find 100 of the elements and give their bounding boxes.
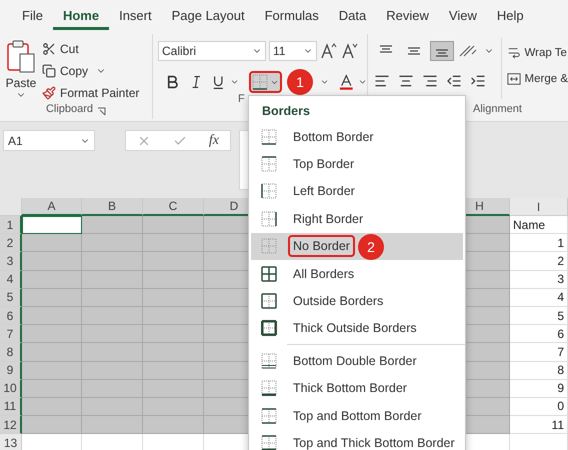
ribbon-tab[interactable]: Formulas [254,0,329,30]
grid-cell[interactable] [22,362,82,380]
ribbon-tab[interactable]: Insert [109,0,162,30]
ribbon-tab[interactable]: Data [328,0,376,30]
grid-cell[interactable] [143,416,204,434]
row-header[interactable]: 10 [0,380,22,398]
grid-cell[interactable] [143,398,204,416]
grid-cell[interactable] [22,252,82,271]
menu-item[interactable]: Outside Borders [251,287,463,315]
row-header[interactable]: 3 [0,252,22,271]
row-header[interactable]: 4 [0,270,22,289]
menu-item[interactable]: Top and Thick Bottom Border [251,429,463,450]
grid-cell[interactable]: 9 [510,380,568,398]
bold-icon[interactable] [166,74,179,90]
row-header[interactable]: 11 [0,398,22,416]
grid-cell[interactable] [82,252,143,271]
grid-cell[interactable] [82,325,143,344]
row-header[interactable]: 7 [0,325,22,344]
grid-cell[interactable] [22,216,82,234]
insert-function-button[interactable]: fx [208,132,219,148]
grid-cell[interactable] [82,288,143,307]
ribbon-tab[interactable]: File [12,0,53,30]
grid-cell[interactable]: 7 [510,343,568,362]
underline-icon[interactable] [211,74,226,90]
menu-item[interactable]: Thick Outside Borders [251,314,463,342]
column-header[interactable]: A [22,198,82,216]
name-box[interactable]: A1 [3,130,95,151]
row-header[interactable]: 8 [0,343,22,362]
row-header[interactable]: 9 [0,362,22,380]
grid-cell[interactable] [22,270,82,289]
clipboard-command[interactable]: Cut [42,40,140,58]
grid-cell[interactable] [143,362,204,380]
row-header[interactable]: 6 [0,306,22,326]
align-center-icon[interactable] [398,73,414,89]
grid-cell[interactable]: Name [510,216,568,234]
grid-cell[interactable] [82,216,143,234]
row-header[interactable]: 1 [0,216,22,234]
row-header[interactable]: 13 [0,434,22,450]
clipboard-command[interactable]: Format Painter [42,84,140,102]
grid-cell[interactable] [143,288,204,307]
grid-cell[interactable] [82,398,143,416]
grid-cell[interactable]: 3 [510,270,568,289]
decrease-indent-icon[interactable] [446,73,462,89]
grid-cell[interactable] [143,216,204,234]
grid-cell[interactable] [82,362,143,380]
grid-cell[interactable]: 11 [510,416,568,434]
grid-cell[interactable] [82,270,143,289]
grid-cell[interactable] [143,325,204,344]
grid-cell[interactable] [143,380,204,398]
ribbon-tab[interactable]: Home [52,0,110,30]
grid-cell[interactable]: 2 [510,252,568,271]
select-all-corner[interactable] [0,198,22,216]
font-name-field[interactable]: Calibri [158,41,266,61]
grid-cell[interactable] [82,343,143,362]
column-header[interactable]: C [143,198,204,216]
grid-cell[interactable]: 1 [510,234,568,252]
grid-cell[interactable]: 4 [510,288,568,307]
ribbon-tab[interactable]: Page Layout [162,0,255,30]
wrap-text-button[interactable]: Wrap Te [506,44,568,62]
paste-button[interactable]: Paste [0,34,42,103]
grid-cell[interactable] [143,252,204,271]
grid-cell[interactable] [143,270,204,289]
menu-item[interactable]: All Borders [251,260,463,288]
row-header[interactable]: 5 [0,288,22,307]
grid-cell[interactable]: 0 [510,398,568,416]
menu-item[interactable]: Bottom Border [251,123,463,150]
increase-font-icon[interactable] [320,42,338,60]
grid-cell[interactable] [82,380,143,398]
vertical-align-button[interactable] [430,41,454,61]
menu-item[interactable]: No Border 2 [251,232,463,260]
column-header[interactable]: B [82,198,143,216]
ribbon-tab[interactable]: Review [376,0,439,30]
grid-cell[interactable] [22,234,82,252]
grid-cell[interactable] [22,325,82,344]
grid-cell[interactable] [143,343,204,362]
align-right-icon[interactable] [422,73,438,89]
grid-cell[interactable] [22,416,82,434]
grid-cell[interactable] [22,306,82,326]
increase-indent-icon[interactable] [470,73,486,89]
grid-cell[interactable] [22,398,82,416]
font-size-field[interactable]: 11 [269,41,317,61]
menu-item[interactable]: Top and Bottom Border [251,402,463,430]
ribbon-tab[interactable]: View [438,0,487,30]
row-header[interactable]: 2 [0,234,22,252]
grid-cell[interactable] [143,306,204,326]
grid-cell[interactable] [143,234,204,252]
row-header[interactable]: 12 [0,416,22,434]
font-color-icon[interactable] [339,73,354,91]
grid-cell[interactable]: 5 [510,306,568,326]
grid-cell[interactable] [22,343,82,362]
decrease-font-icon[interactable] [341,42,359,60]
grid-cell[interactable]: 8 [510,362,568,380]
align-left-icon[interactable] [374,73,390,89]
grid-cell[interactable] [82,416,143,434]
clipboard-command[interactable]: Copy [42,62,140,80]
menu-item[interactable]: Top Border [251,150,463,178]
dialog-launcher-icon[interactable] [97,106,106,116]
grid-cell[interactable] [22,380,82,398]
menu-item[interactable]: Bottom Double Border [251,347,463,375]
menu-item[interactable]: Thick Bottom Border [251,374,463,402]
